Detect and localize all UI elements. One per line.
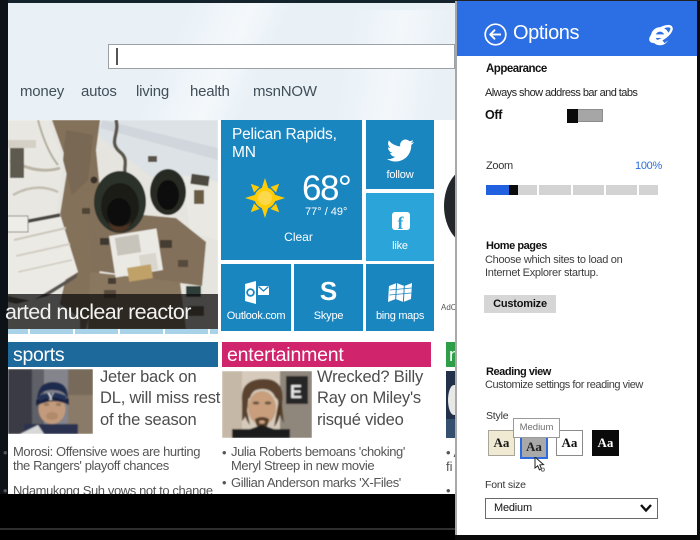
svg-text:E: E	[290, 382, 302, 402]
svg-text:Y: Y	[47, 392, 55, 403]
